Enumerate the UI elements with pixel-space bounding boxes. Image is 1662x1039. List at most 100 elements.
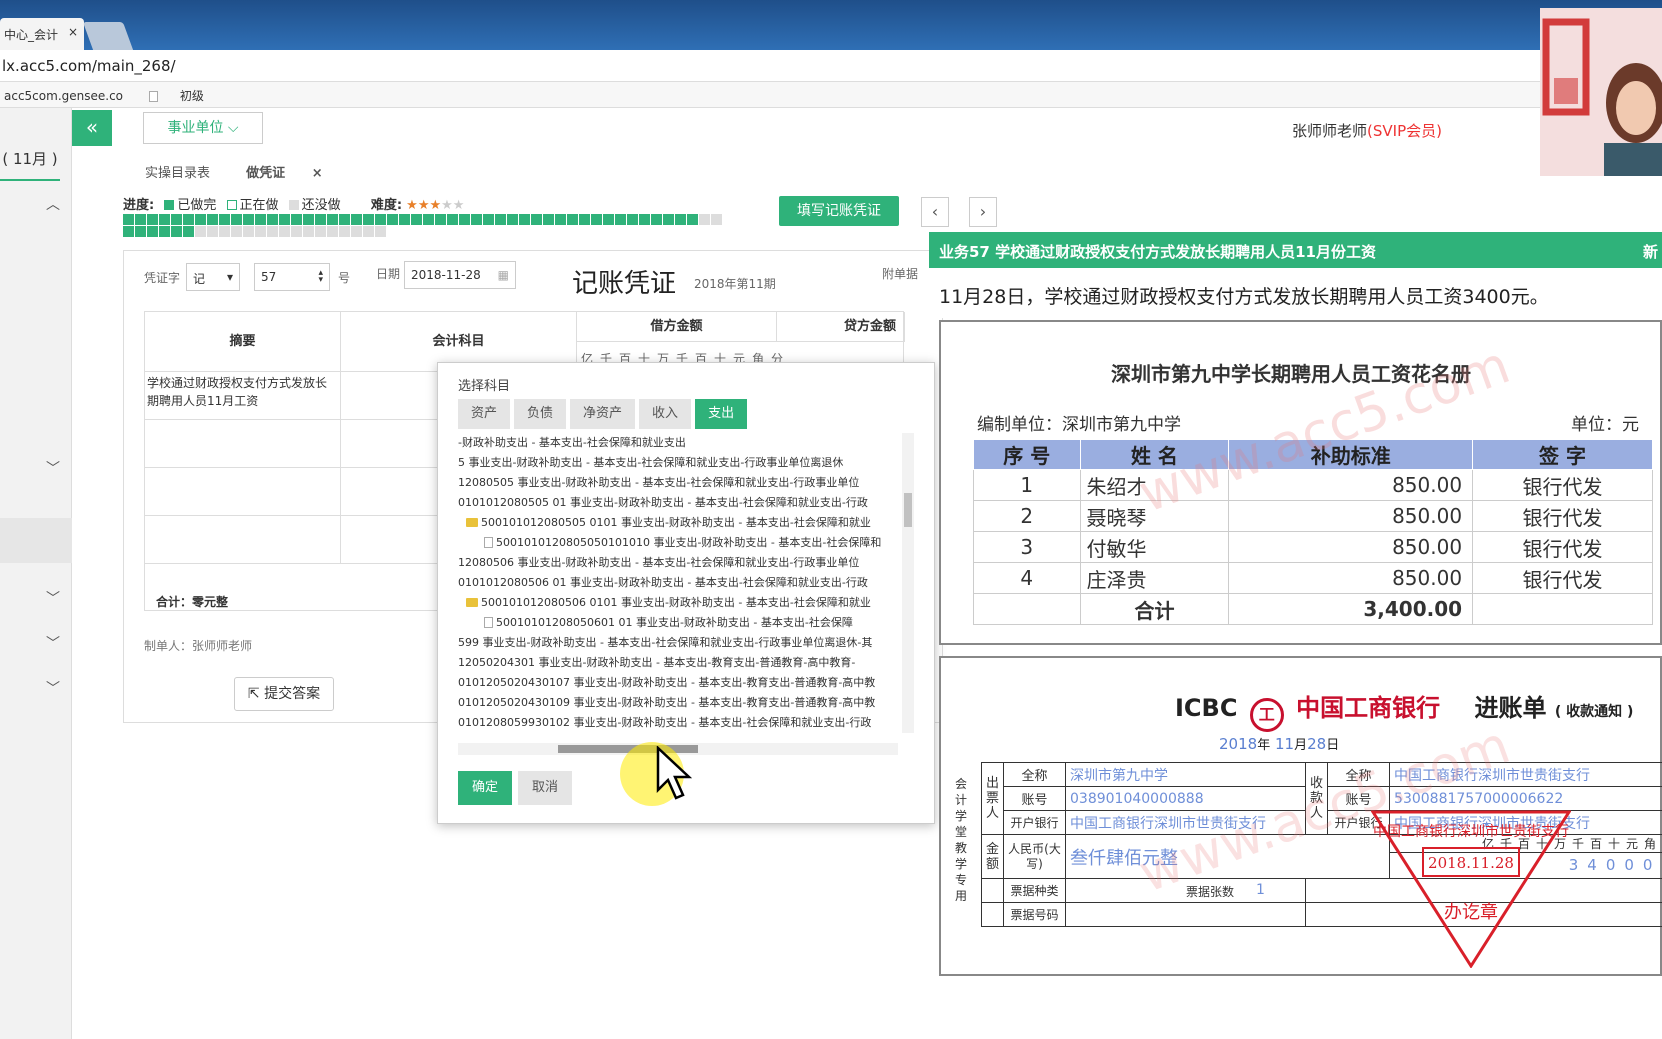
chevron-down-icon[interactable]: ﹀ [46, 633, 60, 653]
progress-cell[interactable] [363, 214, 374, 225]
progress-cell[interactable] [459, 214, 470, 225]
tab-income[interactable]: 收入 [639, 399, 692, 429]
tree-item[interactable]: 5001010120805050101010 事业支出-财政补助支出 - 基本支… [458, 533, 898, 553]
progress-cell[interactable] [651, 214, 662, 225]
month-label[interactable]: ( 11月 ) [0, 148, 60, 181]
tree-item[interactable]: 500101012080506 0101 事业支出-财政补助支出 - 基本支出-… [458, 593, 898, 613]
close-icon[interactable]: × [312, 161, 323, 186]
progress-cell[interactable] [543, 214, 554, 225]
progress-cell[interactable] [399, 214, 410, 225]
progress-cell[interactable] [255, 226, 266, 237]
summary-cell[interactable]: 学校通过财政授权支付方式发放长期聘用人员11月工资 [145, 372, 341, 420]
collapse-sidebar-button[interactable]: « [72, 110, 112, 146]
tree-item[interactable]: 500101012080505 0101 事业支出-财政补助支出 - 基本支出-… [458, 513, 898, 533]
progress-cell[interactable] [351, 214, 362, 225]
progress-cell[interactable] [627, 214, 638, 225]
progress-cell[interactable] [303, 214, 314, 225]
vertical-scrollbar[interactable] [902, 433, 914, 733]
progress-cell[interactable] [207, 226, 218, 237]
stepper-icon[interactable]: ▴ ▾ [318, 269, 323, 285]
progress-cell[interactable] [183, 226, 194, 237]
close-tab-icon[interactable]: × [68, 25, 78, 39]
progress-cell[interactable] [579, 214, 590, 225]
tab-catalog[interactable]: 实操目录表 [145, 157, 210, 186]
progress-cell[interactable] [339, 226, 350, 237]
progress-cell[interactable] [243, 226, 254, 237]
date-input[interactable]: 2018-11-28 ▦ [404, 261, 516, 289]
progress-cell[interactable] [171, 214, 182, 225]
progress-cell[interactable] [387, 214, 398, 225]
chevron-down-icon[interactable]: ﹀ [46, 678, 60, 698]
bookmark-gensee[interactable]: acc5com.gensee.co [4, 89, 123, 103]
summary-cell[interactable] [145, 516, 341, 564]
tree-item[interactable]: 5 事业支出-财政补助支出 - 基本支出-社会保障和就业支出-行政事业单位离退休 [458, 453, 898, 473]
progress-cell[interactable] [291, 214, 302, 225]
progress-cell[interactable] [231, 214, 242, 225]
tree-item[interactable]: 12050204301 事业支出-财政补助支出 - 基本支出-教育支出-普通教育… [458, 653, 898, 673]
progress-cell[interactable] [195, 214, 206, 225]
progress-cell[interactable] [315, 214, 326, 225]
progress-cell[interactable] [123, 214, 134, 225]
progress-cell[interactable] [147, 226, 158, 237]
progress-cell[interactable] [603, 214, 614, 225]
browser-tab[interactable]: 中心_会计 × [0, 18, 84, 50]
progress-cell[interactable] [219, 214, 230, 225]
tree-item[interactable]: 0101205020430109 事业支出-财政补助支出 - 基本支出-教育支出… [458, 693, 898, 713]
tree-item[interactable]: 0101012080505 01 事业支出-财政补助支出 - 基本支出-社会保障… [458, 493, 898, 513]
next-button[interactable]: › [969, 197, 997, 227]
prev-button[interactable]: ‹ [921, 197, 949, 227]
progress-cell[interactable] [183, 214, 194, 225]
progress-cell[interactable] [375, 226, 386, 237]
fill-voucher-button[interactable]: 填写记账凭证 [779, 196, 899, 226]
progress-cell[interactable] [267, 214, 278, 225]
tree-item[interactable]: 12080506 事业支出-财政补助支出 - 基本支出-社会保障和就业支出-行政… [458, 553, 898, 573]
bookmark-chuji[interactable]: 初级 [148, 89, 226, 103]
progress-cell[interactable] [495, 214, 506, 225]
progress-cell[interactable] [447, 214, 458, 225]
progress-cell[interactable] [135, 214, 146, 225]
progress-cell[interactable] [279, 214, 290, 225]
progress-cell[interactable] [663, 214, 674, 225]
tree-item[interactable]: 12080505 事业支出-财政补助支出 - 基本支出-社会保障和就业支出-行政… [458, 473, 898, 493]
progress-cell[interactable] [231, 226, 242, 237]
chevron-down-icon[interactable]: ﹀ [46, 458, 60, 478]
progress-cell[interactable] [123, 226, 134, 237]
progress-cell[interactable] [147, 214, 158, 225]
tab-net-assets[interactable]: 净资产 [570, 399, 636, 429]
progress-cell[interactable] [675, 214, 686, 225]
tree-item[interactable]: -财政补助支出 - 基本支出-社会保障和就业支出 [458, 433, 898, 453]
unit-select[interactable]: 事业单位 ⌵ [143, 112, 263, 144]
voucher-type-select[interactable]: 记 ▾ [186, 263, 240, 291]
progress-cell[interactable] [327, 214, 338, 225]
progress-cell[interactable] [507, 214, 518, 225]
progress-cell[interactable] [639, 214, 650, 225]
progress-cell[interactable] [519, 214, 530, 225]
progress-cell[interactable] [555, 214, 566, 225]
progress-cell[interactable] [219, 226, 230, 237]
progress-cell[interactable] [327, 226, 338, 237]
progress-cell[interactable] [687, 214, 698, 225]
tab-liabilities[interactable]: 负债 [514, 399, 567, 429]
progress-cell[interactable] [159, 226, 170, 237]
tree-item[interactable]: 0101205020430107 事业支出-财政补助支出 - 基本支出-教育支出… [458, 673, 898, 693]
summary-cell[interactable] [145, 420, 341, 468]
tab-expense[interactable]: 支出 [695, 399, 748, 429]
tree-item[interactable]: 599 事业支出-财政补助支出 - 基本支出-社会保障和就业支出-行政事业单位离… [458, 633, 898, 653]
progress-cell[interactable] [339, 214, 350, 225]
chevron-down-icon[interactable]: ﹀ [46, 588, 60, 608]
chevron-up-icon[interactable]: ︿ [46, 194, 60, 214]
progress-cell[interactable] [135, 226, 146, 237]
progress-cell[interactable] [615, 214, 626, 225]
progress-cell[interactable] [171, 226, 182, 237]
progress-cell[interactable] [243, 214, 254, 225]
progress-cell[interactable] [423, 214, 434, 225]
progress-cell[interactable] [711, 214, 722, 225]
tree-item[interactable]: 0101012080506 01 事业支出-财政补助支出 - 基本支出-社会保障… [458, 573, 898, 593]
cancel-button[interactable]: 取消 [518, 771, 572, 805]
progress-cell[interactable] [531, 214, 542, 225]
tree-item[interactable]: 0101208059930102 事业支出-财政补助支出 - 基本支出-社会保障… [458, 713, 898, 733]
summary-cell[interactable] [145, 468, 341, 516]
tree-item[interactable]: 50010101208050601 01 事业支出-财政补助支出 - 基本支出-… [458, 613, 898, 633]
progress-cell[interactable] [363, 226, 374, 237]
progress-cell[interactable] [315, 226, 326, 237]
